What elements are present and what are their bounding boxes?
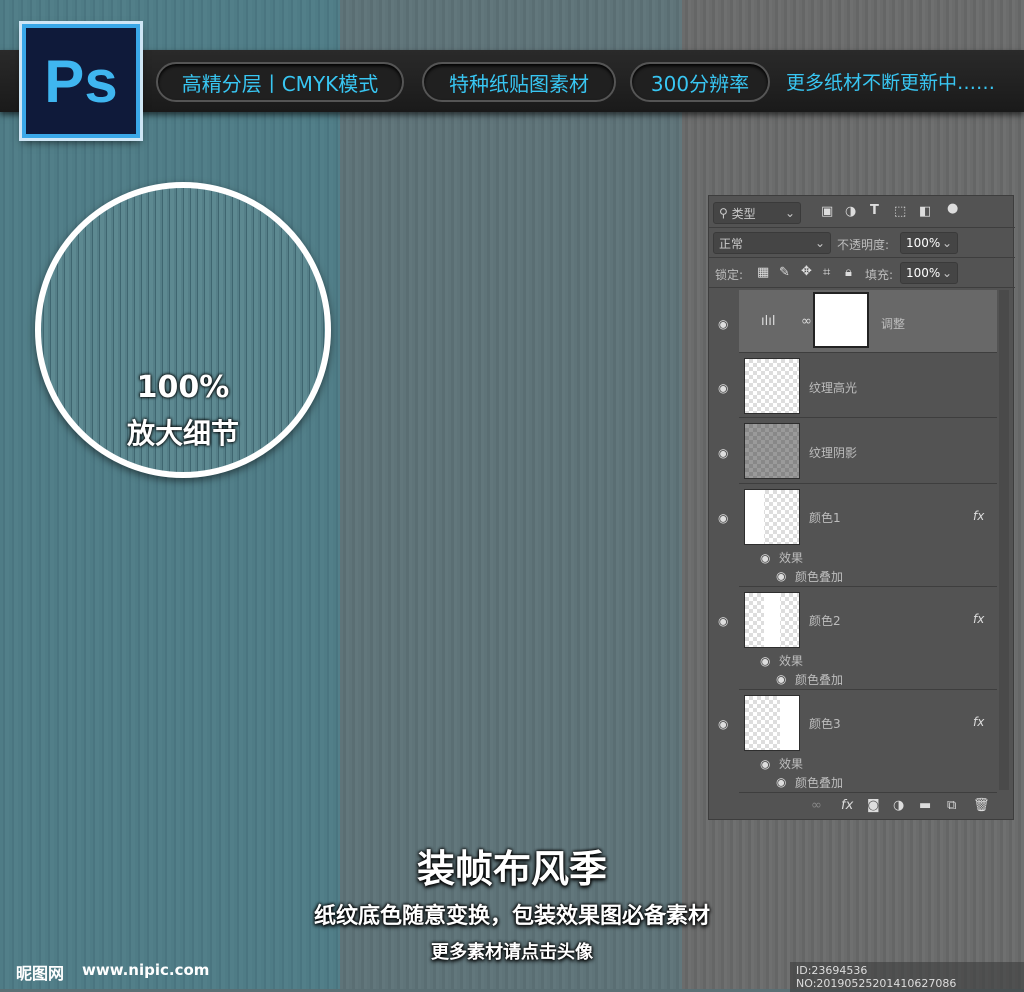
fx-icon[interactable]: fx bbox=[841, 798, 853, 813]
link-icon[interactable]: ∞ bbox=[801, 314, 812, 329]
chevron-down-icon: ⌄ bbox=[941, 266, 952, 280]
effect-name: 颜色叠加 bbox=[795, 570, 844, 584]
eye-icon[interactable]: ◉ bbox=[718, 614, 728, 628]
fx-icon[interactable]: fx bbox=[973, 715, 984, 729]
filter-dropdown[interactable]: ⚲ 类型 ⌄ bbox=[713, 202, 801, 224]
filter-value: 类型 bbox=[731, 206, 756, 221]
link-icon[interactable]: ∞ bbox=[811, 798, 822, 813]
trash-icon[interactable]: 🗑︎ bbox=[973, 798, 990, 813]
fill-label: 填充: bbox=[865, 268, 894, 282]
new-layer-icon[interactable]: ⧉ bbox=[947, 798, 956, 813]
levels-icon: ılıl bbox=[761, 314, 776, 329]
eye-icon[interactable]: ◉ bbox=[718, 717, 728, 731]
layer-thumbnail bbox=[744, 592, 800, 648]
zoom-label: 放大细节 bbox=[126, 417, 239, 450]
layer-mask-thumbnail[interactable] bbox=[813, 292, 869, 348]
chevron-down-icon: ⌄ bbox=[941, 236, 952, 250]
pill-layers: 高精分层丨CMYK模式 bbox=[156, 62, 404, 102]
blend-mode-dropdown[interactable]: 正常 ⌄ bbox=[713, 232, 831, 254]
shape-icon[interactable]: ⬚ bbox=[894, 204, 906, 219]
image-id: ID:23694536 NO:20190525201410627086 bbox=[790, 962, 1024, 992]
effects-label: 效果 bbox=[779, 654, 804, 668]
eye-icon[interactable]: ◉ bbox=[760, 757, 770, 771]
fill-input[interactable]: 100% ⌄ bbox=[900, 262, 958, 284]
eye-icon[interactable]: ◉ bbox=[776, 569, 786, 583]
eye-icon[interactable]: ◉ bbox=[718, 511, 728, 525]
mask-icon[interactable]: ◙ bbox=[867, 798, 880, 813]
eye-icon[interactable]: ◉ bbox=[760, 654, 770, 668]
effects-label: 效果 bbox=[779, 551, 804, 565]
smart-object-icon[interactable]: ◧ bbox=[919, 204, 931, 219]
adjustment-icon[interactable]: ◑ bbox=[893, 798, 904, 813]
search-icon: ⚲ bbox=[719, 206, 732, 220]
blend-value: 正常 bbox=[719, 236, 744, 251]
fx-icon[interactable]: fx bbox=[973, 509, 984, 523]
lock-label: 锁定: bbox=[715, 268, 744, 282]
eye-icon[interactable]: ◉ bbox=[718, 446, 728, 460]
opacity-label: 不透明度: bbox=[837, 238, 890, 252]
nipic-url[interactable]: www.nipic.com bbox=[82, 961, 209, 979]
image-icon[interactable]: ▣ bbox=[821, 204, 833, 219]
pill-resolution: 300分辨率 bbox=[630, 62, 770, 102]
layer-name: 纹理高光 bbox=[809, 381, 858, 395]
eye-icon[interactable]: ◉ bbox=[776, 775, 786, 789]
fx-icon[interactable]: fx bbox=[973, 612, 984, 626]
headline-subtitle: 纸纹底色随意变换，包装效果图必备素材 bbox=[313, 904, 710, 929]
layer-name: 颜色2 bbox=[809, 614, 841, 628]
lock-transparent-icon[interactable]: ▦ bbox=[757, 265, 769, 280]
layer-name: 颜色3 bbox=[809, 717, 841, 731]
layer-name: 颜色1 bbox=[809, 511, 841, 525]
panel-scrollbar[interactable] bbox=[999, 290, 1009, 790]
opacity-value: 100% bbox=[906, 236, 941, 250]
layer-name: 纹理阴影 bbox=[809, 446, 858, 460]
layers-panel: ⚲ 类型 ⌄ ▣ ◑ T ⬚ ◧ ● 正常 ⌄ 不透明度: 100% ⌄ 锁定: ▦ … bbox=[708, 195, 1015, 820]
eye-icon[interactable]: ◉ bbox=[718, 317, 728, 331]
layer-thumbnail bbox=[744, 358, 800, 414]
type-icon[interactable]: T bbox=[870, 203, 879, 218]
opacity-input[interactable]: 100% ⌄ bbox=[900, 232, 958, 254]
pill-paper: 特种纸贴图素材 bbox=[422, 62, 616, 102]
artboard-icon[interactable]: ⌗ bbox=[823, 265, 830, 280]
effect-name: 颜色叠加 bbox=[795, 673, 844, 687]
layer-thumbnail bbox=[744, 695, 800, 751]
banner-tagline: 更多纸材不断更新中…… bbox=[786, 72, 996, 94]
filter-toggle[interactable]: ● bbox=[947, 201, 958, 216]
chevron-down-icon: ⌄ bbox=[814, 236, 825, 250]
adjustment-icon[interactable]: ◑ bbox=[845, 204, 856, 219]
photoshop-logo: Ps bbox=[22, 24, 140, 138]
folder-icon[interactable]: ▬ bbox=[919, 798, 931, 813]
layer-thumbnail bbox=[744, 423, 800, 479]
layer-name: 调整 bbox=[881, 317, 906, 331]
move-icon[interactable]: ✥ bbox=[801, 264, 812, 279]
lock-icon[interactable]: 🔒︎ bbox=[845, 265, 852, 280]
nipic-logo: 昵图网 bbox=[16, 964, 65, 983]
brush-icon[interactable]: ✎ bbox=[779, 265, 790, 280]
headline-title: 装帧布风季 bbox=[416, 847, 607, 891]
eye-icon[interactable]: ◉ bbox=[718, 381, 728, 395]
chevron-down-icon: ⌄ bbox=[784, 206, 795, 220]
layer-thumbnail bbox=[744, 489, 800, 545]
effects-label: 效果 bbox=[779, 757, 804, 771]
eye-icon[interactable]: ◉ bbox=[776, 672, 786, 686]
fill-value: 100% bbox=[906, 266, 941, 280]
eye-icon[interactable]: ◉ bbox=[760, 551, 770, 565]
zoom-percent: 100% bbox=[136, 370, 230, 405]
effect-name: 颜色叠加 bbox=[795, 776, 844, 790]
